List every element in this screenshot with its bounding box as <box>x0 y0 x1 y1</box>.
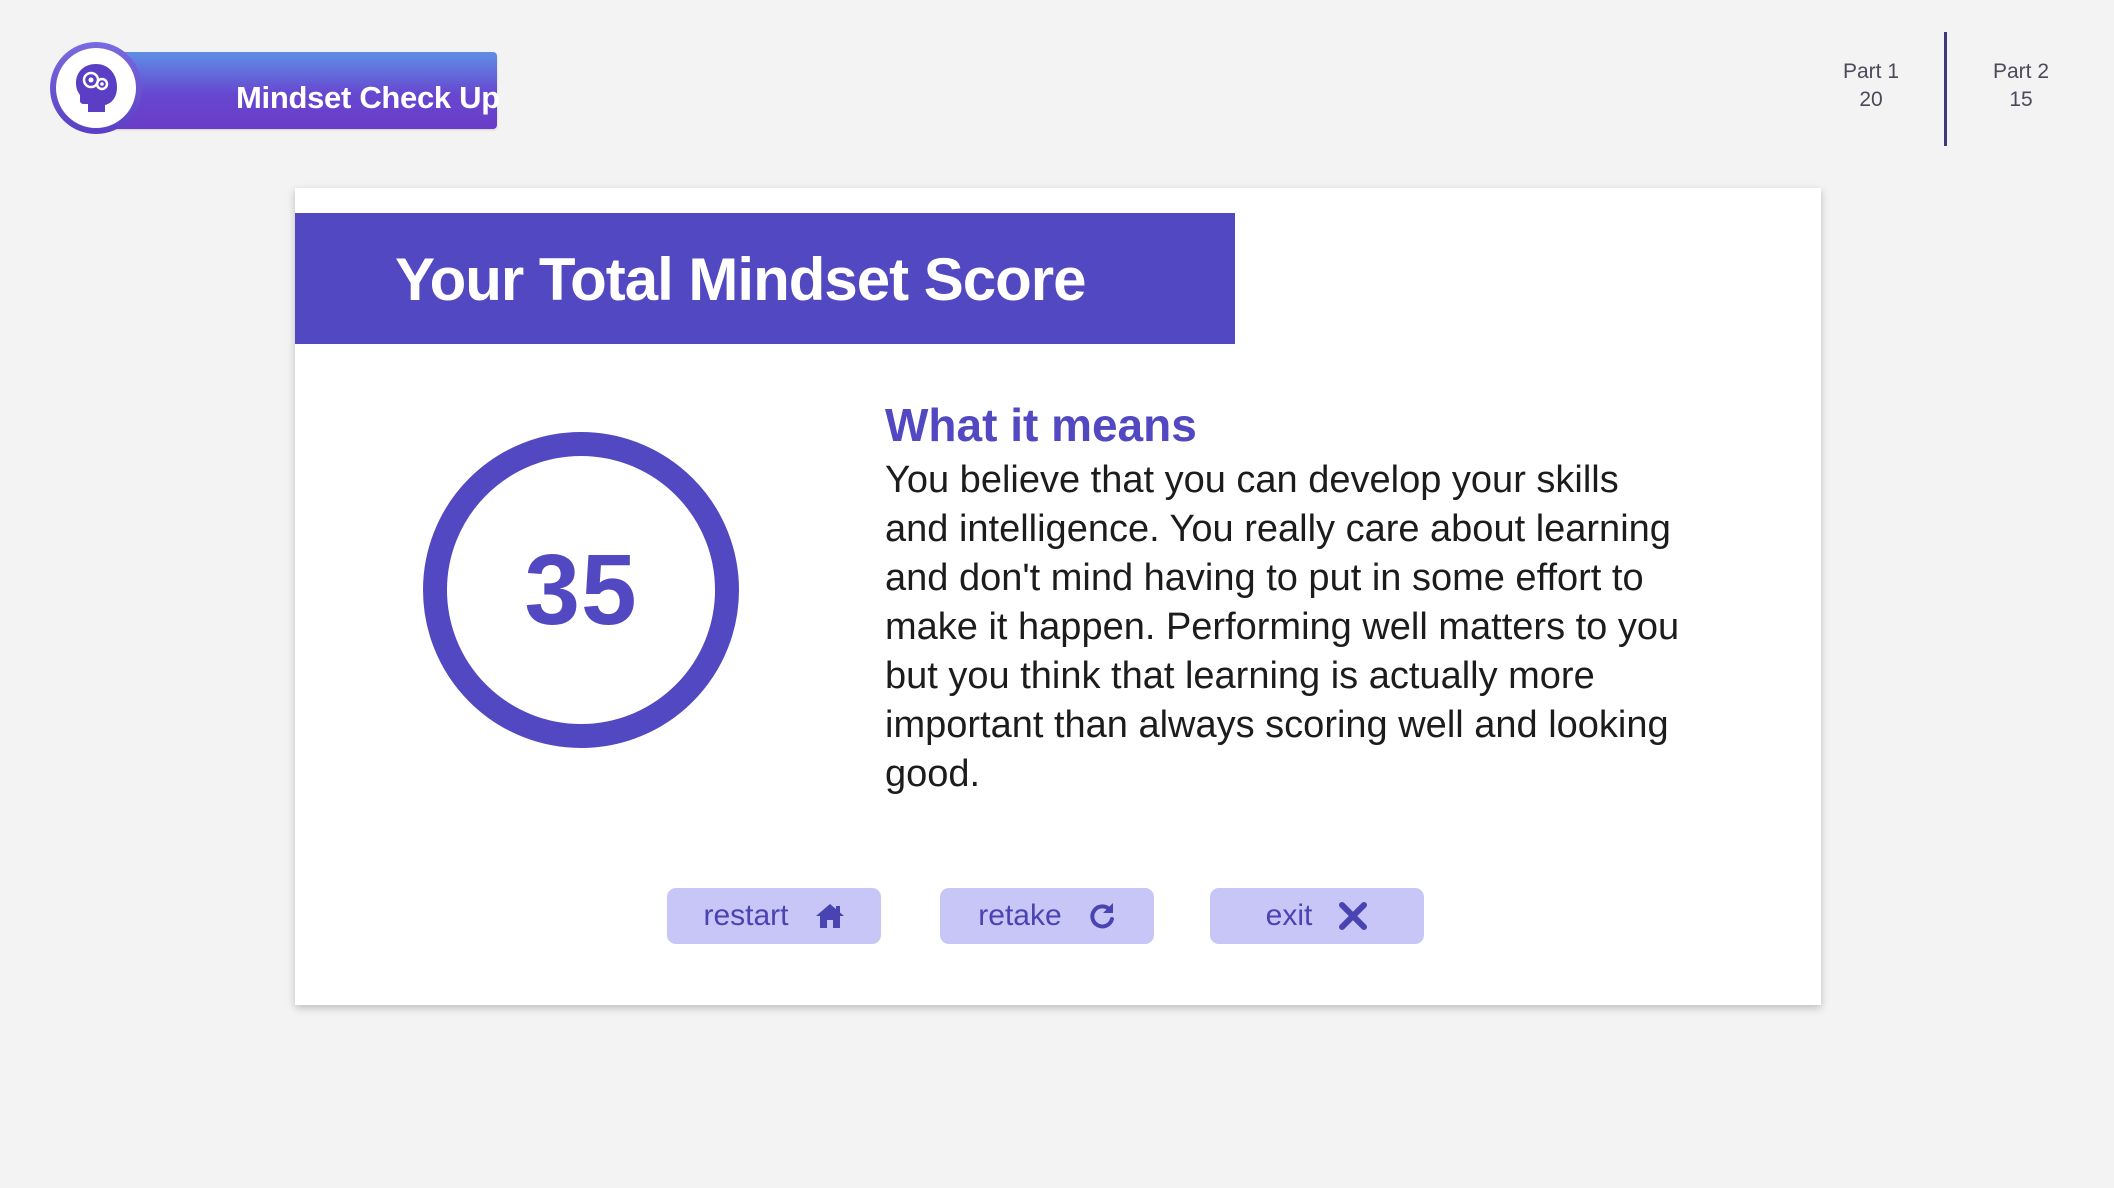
total-score: 35 <box>524 533 638 646</box>
app-title: Mindset Check Up <box>236 80 500 115</box>
close-icon <box>1338 901 1368 931</box>
part-1-value: 20 <box>1859 88 1883 111</box>
app-logo-badge: Mindset Check Up <box>50 42 500 142</box>
part-2-score: Part 2 15 <box>1961 58 2081 114</box>
exit-button[interactable]: exit <box>1210 888 1424 944</box>
retake-label: retake <box>978 899 1062 932</box>
refresh-icon <box>1088 901 1116 931</box>
retake-button[interactable]: retake <box>940 888 1154 944</box>
page-title: Your Total Mindset Score <box>395 246 1087 313</box>
result-card: Your Total Mindset Score 35 What it mean… <box>295 188 1821 1005</box>
part-1-label: Part 1 <box>1842 60 1900 83</box>
meaning-heading: What it means <box>885 399 1197 451</box>
score-ring: 35 <box>423 432 739 748</box>
meaning-text: You believe that you can develop your sk… <box>885 459 1680 795</box>
restart-label: restart <box>703 899 789 932</box>
part-2-label: Part 2 <box>1992 60 2050 83</box>
exit-label: exit <box>1265 899 1313 932</box>
logo-circle <box>50 42 142 134</box>
restart-button[interactable]: restart <box>667 888 881 944</box>
title-banner: Your Total Mindset Score <box>295 213 1235 344</box>
part-2-value: 15 <box>2009 88 2033 111</box>
home-icon <box>815 902 845 930</box>
logo-pill: Mindset Check Up <box>90 52 500 129</box>
part-1-score: Part 1 20 <box>1811 58 1931 114</box>
part-divider <box>1944 32 1947 146</box>
brain-head-icon <box>76 64 117 112</box>
